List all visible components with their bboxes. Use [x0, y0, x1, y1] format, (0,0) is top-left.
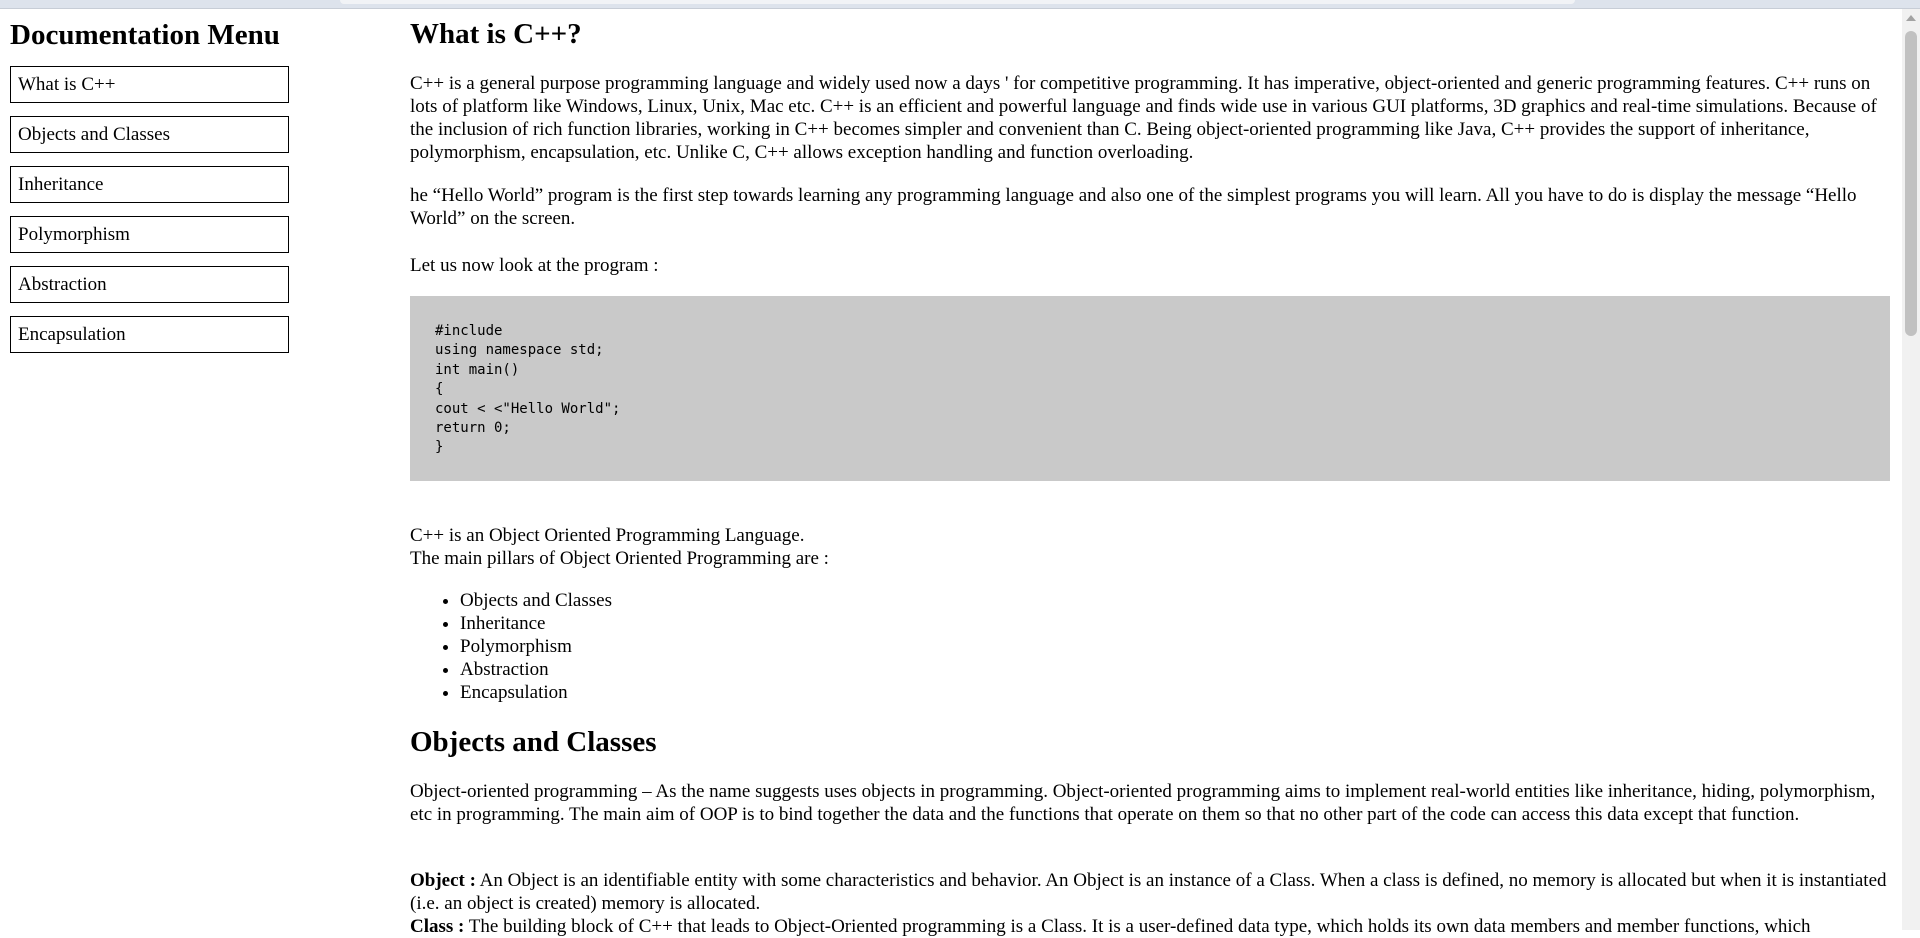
nav-link-objects-and-classes[interactable]: Objects and Classes — [10, 116, 289, 153]
paragraph: Object-oriented programming – As the nam… — [410, 781, 1876, 825]
paragraph: C++ is a general purpose programming lan… — [410, 73, 1877, 163]
paragraph-line: C++ is an Object Oriented Programming La… — [410, 525, 805, 546]
list-item: Encapsulation — [460, 681, 612, 704]
nav-header: Documentation Menu — [10, 19, 280, 51]
scrollbar-thumb[interactable] — [1905, 31, 1917, 336]
paragraph: he “Hello World” program is the first st… — [410, 185, 1857, 229]
nav-link-inheritance[interactable]: Inheritance — [10, 166, 289, 203]
documentation-navbar: Documentation Menu What is C++ Objects a… — [10, 10, 290, 366]
section-title: What is C++? — [410, 18, 582, 50]
object-label: Object : — [410, 870, 476, 891]
object-text: An Object is an identifiable entity with… — [410, 870, 1887, 914]
nav-link-encapsulation[interactable]: Encapsulation — [10, 316, 289, 353]
nav-link-polymorphism[interactable]: Polymorphism — [10, 216, 289, 253]
scroll-up-arrow-icon[interactable] — [1906, 15, 1916, 21]
class-label: Class : — [410, 916, 465, 937]
paragraph-line: The main pillars of Object Oriented Prog… — [410, 548, 829, 569]
class-text: The building block of C++ that leads to … — [464, 916, 1811, 937]
object-paragraph: Object : An Object is an identifiable en… — [410, 869, 1890, 915]
section-title: Objects and Classes — [410, 726, 657, 758]
list-item: Objects and Classes — [460, 589, 612, 612]
list-item: Polymorphism — [460, 635, 612, 658]
main-doc: What is C++? C++ is a general purpose pr… — [410, 0, 1890, 937]
nav-link-what-is-cpp[interactable]: What is C++ — [10, 66, 289, 103]
vertical-scrollbar[interactable] — [1902, 9, 1920, 930]
class-paragraph: Class : The building block of C++ that l… — [410, 915, 1890, 938]
paragraph: Let us now look at the program : — [410, 255, 659, 276]
list-item: Abstraction — [460, 658, 612, 681]
code-block: #include using namespace std; int main()… — [410, 296, 1890, 481]
pillars-list: Objects and Classes Inheritance Polymorp… — [410, 589, 612, 704]
nav-link-abstraction[interactable]: Abstraction — [10, 266, 289, 303]
list-item: Inheritance — [460, 612, 612, 635]
